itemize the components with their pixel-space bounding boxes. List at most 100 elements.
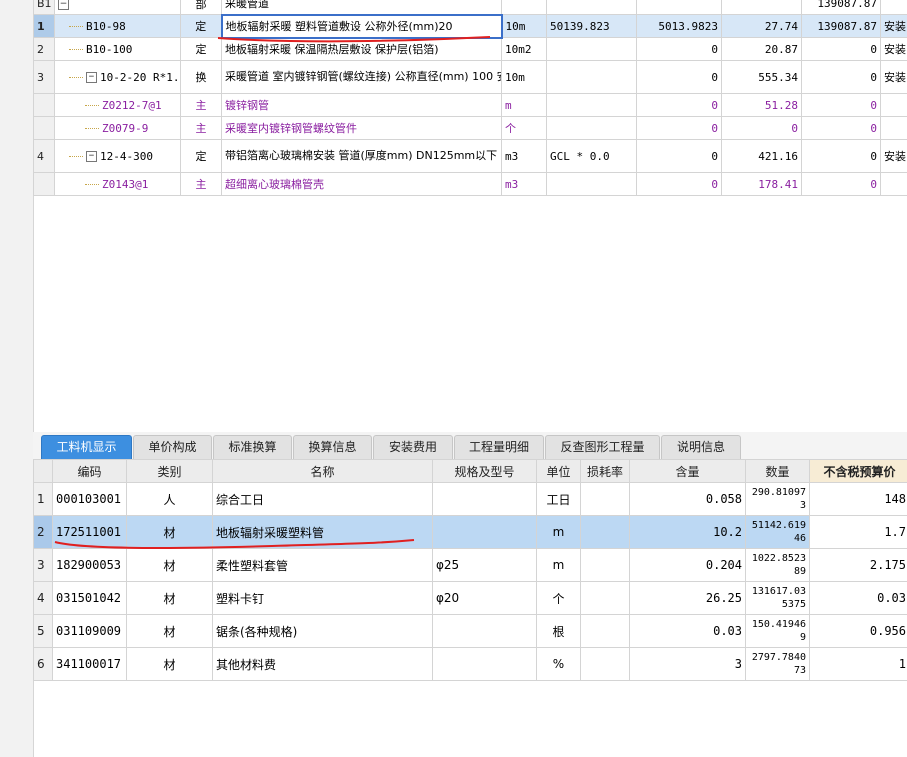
code-cell[interactable]: − xyxy=(54,0,181,15)
spec-cell[interactable] xyxy=(432,482,537,516)
spec-cell[interactable] xyxy=(432,515,537,549)
tab-quantity-details[interactable]: 工程量明细 xyxy=(454,435,544,459)
loss-cell[interactable] xyxy=(580,614,630,648)
tab-unit-price-composition[interactable]: 单价构成 xyxy=(133,435,212,459)
loss-cell[interactable] xyxy=(580,515,630,549)
unit-cell[interactable]: m xyxy=(501,93,547,117)
code-cell[interactable]: B10-100 xyxy=(54,37,181,61)
quantity-cell[interactable]: 150.419469 xyxy=(745,614,810,648)
spec-cell[interactable] xyxy=(432,647,537,681)
total-cell[interactable]: 0 xyxy=(801,172,881,196)
type-cell[interactable]: 定 xyxy=(180,139,222,173)
expr-cell[interactable]: 50139.823 xyxy=(546,14,637,38)
name-cell[interactable]: 综合工日 xyxy=(212,482,433,516)
table-row[interactable]: 6 341100017 材 其他材料费 % 3 2797.784073 1 xyxy=(33,647,907,681)
quantity-cell[interactable]: 131617.035375 xyxy=(745,581,810,615)
name-cell[interactable]: 塑料卡钉 xyxy=(212,581,433,615)
unit-cell[interactable]: 工日 xyxy=(536,482,581,516)
column-header-content[interactable]: 含量 xyxy=(629,459,746,483)
unit-cell[interactable]: 10m2 xyxy=(501,37,547,61)
name-cell[interactable]: 采暖室内镀锌钢管螺纹管件 xyxy=(221,116,502,140)
qty-cell[interactable]: 5013.9823 xyxy=(636,14,722,38)
loss-cell[interactable] xyxy=(580,548,630,582)
tab-installation-fee[interactable]: 安装费用 xyxy=(373,435,453,459)
table-row[interactable]: 1 000103001 人 综合工日 工日 0.058 290.810973 1… xyxy=(33,482,907,516)
table-row[interactable]: 1 B10-98 定 地板辐射采暖 塑料管道敷设 公称外径(mm)20 10m … xyxy=(33,13,907,39)
spec-cell[interactable] xyxy=(432,614,537,648)
code-cell[interactable]: −10-2-20 R*1.1 xyxy=(54,60,181,94)
unit-cell[interactable]: m xyxy=(536,515,581,549)
type-cell[interactable]: 定 xyxy=(180,14,222,38)
table-row[interactable]: 3 182900053 材 柔性塑料套管 φ25 m 0.204 1022.85… xyxy=(33,548,907,582)
code-cell[interactable]: 031109009 xyxy=(52,614,127,648)
unit-cell[interactable]: 根 xyxy=(536,614,581,648)
name-cell[interactable]: 地板辐射采暖 保温隔热层敷设 保护层(铝箔) xyxy=(221,37,502,61)
tab-labor-material-machine[interactable]: 工料机显示 xyxy=(41,435,132,459)
extra-cell[interactable]: 安装 xyxy=(880,14,907,38)
code-cell[interactable]: Z0079-9 xyxy=(54,116,181,140)
loss-cell[interactable] xyxy=(580,581,630,615)
price-cell[interactable]: 1.7 xyxy=(809,515,907,549)
name-cell[interactable]: 镀锌钢管 xyxy=(221,93,502,117)
quantity-cell[interactable]: 1022.852389 xyxy=(745,548,810,582)
expr-cell[interactable] xyxy=(546,172,637,196)
code-cell[interactable]: B10-98 xyxy=(54,14,181,38)
price-cell[interactable]: 2.175 xyxy=(809,548,907,582)
table-row[interactable]: 2 172511001 材 地板辐射采暖塑料管 m 10.2 51142.619… xyxy=(33,515,907,549)
type-cell[interactable]: 主 xyxy=(180,172,222,196)
content-cell[interactable]: 0.058 xyxy=(629,482,746,516)
unit-cell[interactable]: m xyxy=(536,548,581,582)
total-cell[interactable]: 0 xyxy=(801,139,881,173)
name-cell[interactable]: 地板辐射采暖 塑料管道敷设 公称外径(mm)20 xyxy=(220,13,503,39)
column-header-quantity[interactable]: 数量 xyxy=(745,459,810,483)
price-cell[interactable]: 555.34 xyxy=(721,60,802,94)
price-cell[interactable]: 148 xyxy=(809,482,907,516)
category-cell[interactable]: 材 xyxy=(126,548,213,582)
quantity-cell[interactable]: 51142.61946 xyxy=(745,515,810,549)
price-cell[interactable]: 51.28 xyxy=(721,93,802,117)
content-cell[interactable]: 26.25 xyxy=(629,581,746,615)
category-cell[interactable]: 材 xyxy=(126,647,213,681)
loss-cell[interactable] xyxy=(580,647,630,681)
minus-box-icon[interactable]: − xyxy=(58,0,69,10)
category-cell[interactable]: 材 xyxy=(126,614,213,648)
extra-cell[interactable] xyxy=(880,172,907,196)
column-header-pretax-price[interactable]: 不含税预算价 xyxy=(809,459,907,483)
table-row[interactable]: 4 −12-4-300 定 带铝箔离心玻璃棉安装 管道(厚度mm) DN125m… xyxy=(33,139,907,173)
extra-cell[interactable] xyxy=(880,93,907,117)
table-row[interactable]: Z0143@1 主 超细离心玻璃棉管壳 m3 0 178.41 0 xyxy=(33,172,907,196)
type-cell[interactable]: 主 xyxy=(180,116,222,140)
code-cell[interactable]: −12-4-300 xyxy=(54,139,181,173)
table-row[interactable]: Z0079-9 主 采暖室内镀锌钢管螺纹管件 个 0 0 0 xyxy=(33,116,907,140)
price-cell[interactable]: 20.87 xyxy=(721,37,802,61)
category-cell[interactable]: 材 xyxy=(126,515,213,549)
column-header-code[interactable]: 编码 xyxy=(52,459,127,483)
total-cell[interactable]: 0 xyxy=(801,60,881,94)
name-cell[interactable]: 超细离心玻璃棉管壳 xyxy=(221,172,502,196)
expr-cell[interactable] xyxy=(546,93,637,117)
minus-box-icon[interactable]: − xyxy=(86,72,97,83)
name-cell[interactable]: 地板辐射采暖塑料管 xyxy=(212,515,433,549)
total-cell[interactable]: 0 xyxy=(801,116,881,140)
tab-standard-conversion[interactable]: 标准换算 xyxy=(213,435,292,459)
code-cell[interactable]: 031501042 xyxy=(52,581,127,615)
unit-cell[interactable]: 个 xyxy=(536,581,581,615)
qty-cell[interactable]: 0 xyxy=(636,172,722,196)
price-cell[interactable]: 27.74 xyxy=(721,14,802,38)
type-cell[interactable]: 主 xyxy=(180,93,222,117)
unit-cell[interactable]: 10m xyxy=(501,14,547,38)
expr-cell[interactable] xyxy=(546,37,637,61)
tab-reverse-graphic-quantity[interactable]: 反查图形工程量 xyxy=(545,435,660,459)
name-cell[interactable]: 采暖管道 xyxy=(221,0,502,15)
category-cell[interactable]: 人 xyxy=(126,482,213,516)
name-cell[interactable]: 柔性塑料套管 xyxy=(212,548,433,582)
total-cell[interactable]: 139087.87 xyxy=(801,14,881,38)
content-cell[interactable]: 0.204 xyxy=(629,548,746,582)
minus-box-icon[interactable]: − xyxy=(86,151,97,162)
extra-cell[interactable]: 安装 xyxy=(880,139,907,173)
column-header-loss-rate[interactable]: 损耗率 xyxy=(580,459,630,483)
name-cell[interactable]: 带铝箔离心玻璃棉安装 管道(厚度mm) DN125mm以下 40mm xyxy=(221,139,502,173)
name-cell[interactable]: 锯条(各种规格) xyxy=(212,614,433,648)
qty-cell[interactable]: 0 xyxy=(636,139,722,173)
spec-cell[interactable]: φ20 xyxy=(432,581,537,615)
